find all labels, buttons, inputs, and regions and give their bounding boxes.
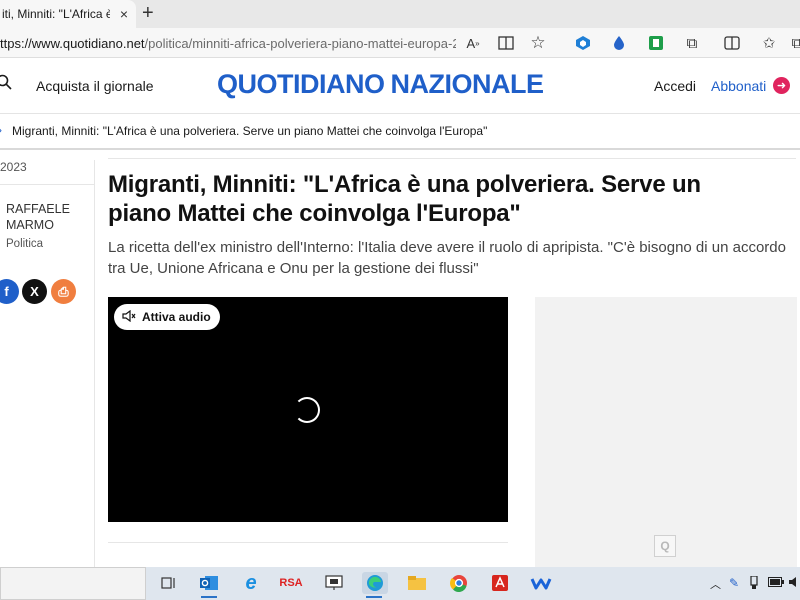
browser-tab[interactable]: iti, Minniti: "L'Africa è una × xyxy=(0,0,136,28)
tray-chevron-up-icon[interactable]: ︿ xyxy=(710,576,721,592)
tray-volume-icon[interactable] xyxy=(788,576,800,591)
breadcrumb-current: Migranti, Minniti: "L'Africa è una polve… xyxy=(12,124,488,138)
url-path: /politica/minniti-africa-polveriera-pian… xyxy=(144,35,456,51)
author-line-1: RAFFAELE xyxy=(6,202,70,216)
ie-icon[interactable]: e xyxy=(239,572,263,594)
publish-date: 2023 xyxy=(0,160,27,174)
search-icon[interactable] xyxy=(0,74,12,90)
favorites-bar-icon[interactable]: ✩ xyxy=(760,34,778,52)
ad-logo-badge: Q xyxy=(654,535,676,557)
buy-newspaper-link[interactable]: Acquista il giornale xyxy=(36,78,154,94)
print-icon[interactable]: ⎙ xyxy=(51,279,76,304)
chevron-right-icon: › xyxy=(0,123,2,137)
logo-part-1: QUOTIDIANO xyxy=(217,69,385,99)
author-name[interactable]: RAFFAELE MARMO xyxy=(6,201,86,233)
article-headline: Migranti, Minniti: "L'Africa è una polve… xyxy=(108,171,701,227)
site-header: Acquista il giornale QUOTIDIANO NAZIONALE… xyxy=(0,58,800,114)
video-player[interactable]: Attiva audio xyxy=(108,297,508,522)
x-share-icon[interactable]: X xyxy=(22,279,47,304)
article-top-divider xyxy=(108,158,796,159)
split-screen-icon[interactable] xyxy=(723,34,741,52)
login-link[interactable]: Accedi xyxy=(654,78,696,94)
subscribe-link[interactable]: Abbonati xyxy=(711,78,766,94)
rsa-icon[interactable]: RSA xyxy=(279,572,303,594)
browser-tab-strip: iti, Minniti: "L'Africa è una × + xyxy=(0,0,800,28)
file-explorer-icon[interactable] xyxy=(405,572,429,594)
windows-taskbar: e RSA ︿ ✎ xyxy=(0,567,800,600)
activate-audio-label: Attiva audio xyxy=(142,310,211,324)
breadcrumb: › Migranti, Minniti: "L'Africa è una pol… xyxy=(0,114,800,150)
tray-battery-icon[interactable] xyxy=(768,576,784,590)
edge-icon[interactable] xyxy=(362,572,388,598)
ad-placeholder[interactable]: Q xyxy=(535,297,797,570)
task-view-icon[interactable] xyxy=(157,572,181,594)
below-video-divider xyxy=(108,542,508,543)
collections-icon[interactable]: ⧉ xyxy=(788,34,800,52)
facebook-share-icon[interactable]: f xyxy=(0,279,19,304)
tray-usb-icon[interactable] xyxy=(750,575,758,593)
chrome-icon[interactable] xyxy=(447,572,471,594)
favorite-star-icon[interactable]: ☆ xyxy=(529,33,547,52)
site-logo[interactable]: QUOTIDIANO NAZIONALE xyxy=(217,69,544,100)
read-aloud-icon[interactable]: A» xyxy=(464,34,482,52)
tray-pen-icon[interactable]: ✎ xyxy=(729,576,739,590)
browser-toolbar: ttps://www.quotidiano.net/politica/minni… xyxy=(0,28,800,58)
column-divider xyxy=(94,160,95,570)
arrow-right-icon[interactable]: ➜ xyxy=(773,77,790,94)
extension-drop-icon[interactable] xyxy=(610,34,628,52)
tab-close-icon[interactable]: × xyxy=(120,6,128,22)
author-line-2: MARMO xyxy=(6,218,54,232)
meta-divider xyxy=(0,184,94,185)
taskbar-search-box[interactable] xyxy=(0,567,146,600)
acrobat-icon[interactable] xyxy=(488,572,512,594)
outlook-icon[interactable] xyxy=(197,572,221,598)
address-bar[interactable]: ttps://www.quotidiano.net/politica/minni… xyxy=(0,28,456,58)
webex-icon[interactable] xyxy=(529,572,553,594)
speaker-muted-icon xyxy=(122,309,136,325)
extension-cube-icon[interactable] xyxy=(574,34,592,52)
section-label[interactable]: Politica xyxy=(6,238,43,250)
tab-title: iti, Minniti: "L'Africa è una xyxy=(2,7,110,21)
presentation-icon[interactable] xyxy=(322,572,346,594)
loading-spinner-icon xyxy=(294,397,320,423)
logo-part-2: NAZIONALE xyxy=(390,69,545,99)
article-subtitle: La ricetta dell'ex ministro dell'Interno… xyxy=(108,239,786,277)
extension-green-icon[interactable] xyxy=(647,34,665,52)
url-host: ttps://www.quotidiano.net xyxy=(0,35,145,51)
new-tab-button[interactable]: + xyxy=(142,3,154,23)
immersive-reader-icon[interactable] xyxy=(497,34,515,52)
activate-audio-button[interactable]: Attiva audio xyxy=(114,304,220,330)
extensions-puzzle-icon[interactable]: ⧉ xyxy=(683,34,701,52)
